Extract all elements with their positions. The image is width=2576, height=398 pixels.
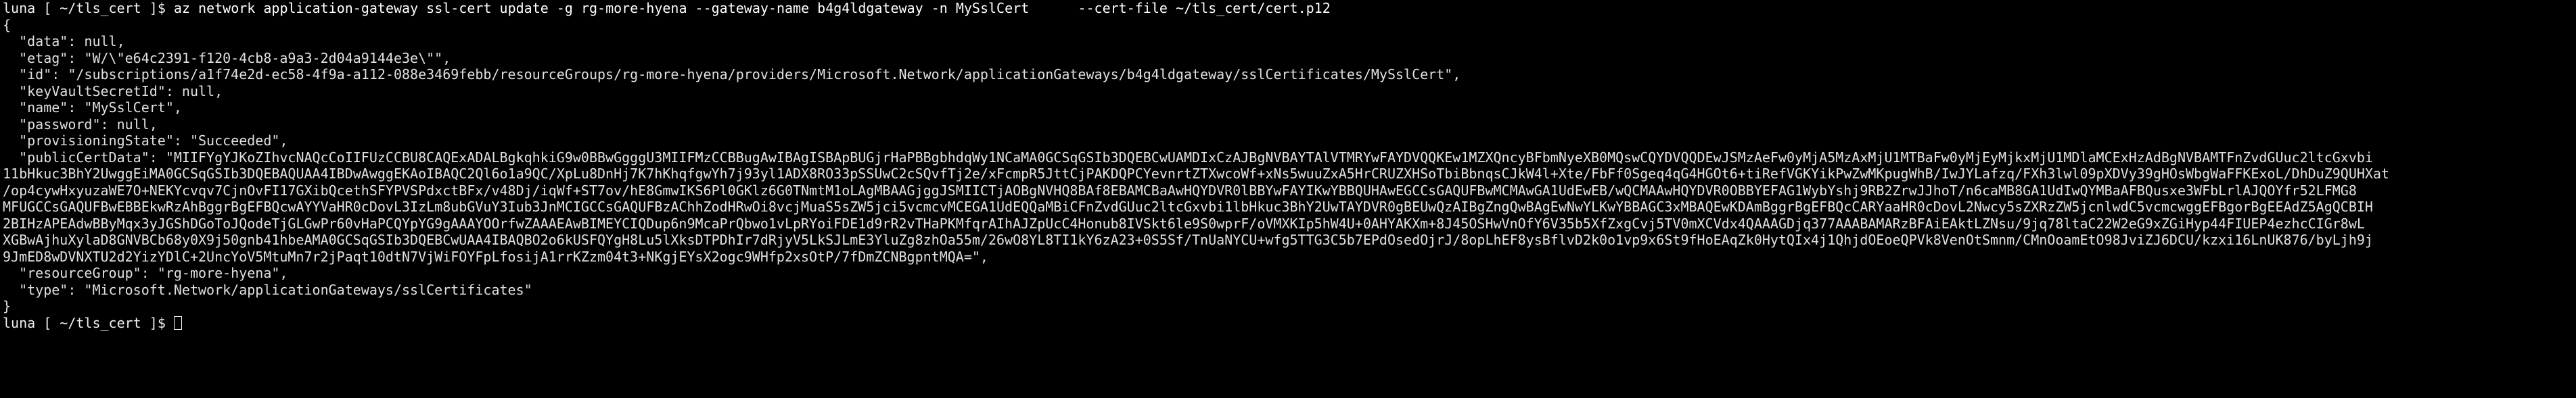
prompt-user: luna: [3, 0, 36, 16]
text-cursor[interactable]: [173, 316, 182, 330]
json-password-field: "password": null,: [3, 116, 158, 132]
json-id-field: "id": "/subscriptions/a1f74e2d-ec58-4f9a…: [3, 66, 1461, 82]
command-line: luna [ ~/tls_cert ]$ az network applicat…: [3, 0, 2576, 17]
json-close-brace: }: [3, 298, 12, 314]
terminal-window[interactable]: luna [ ~/tls_cert ]$ az network applicat…: [0, 0, 2576, 398]
prompt-symbol: $: [157, 314, 166, 331]
json-provisioning-field: "provisioningState": "Succeeded",: [3, 132, 288, 149]
json-public-cert-line: MFUGCCsGAQUFBwEBBEkwRzAhBggrBgEFBQcwAYYV…: [3, 199, 2373, 215]
json-public-cert-line: 9JmED8wDVNXTU2d2YizYDlC+2UncYoV5MtuMn7r2…: [3, 248, 988, 265]
prompt-cwd: ~/tls_cert: [60, 314, 141, 331]
json-public-cert-line: 11bHkuc3BhY2UwggEiMA0GCSqGSIb3DQEBAQUAA4…: [3, 166, 2390, 182]
json-public-cert-line: /op4cywHxyuzaWE7O+NEKYcvqv7CjnOvFI17GXib…: [3, 182, 2357, 199]
prompt-close-bracket: ]: [141, 314, 158, 331]
json-public-cert-line: XGBwAjhuXylaD8GNVBCb68y0X9j50gnb41hbeAMA…: [3, 232, 2373, 248]
json-open-brace: {: [3, 16, 12, 33]
prompt-user: luna: [3, 314, 36, 331]
json-public-cert-line: 2BIHzAPEAdwBByMqx3yJGShDGoToJQodeTjGLGwP…: [3, 215, 2365, 232]
active-prompt-line[interactable]: luna [ ~/tls_cert ]$: [3, 315, 2576, 332]
json-type-field: "type": "Microsoft.Network/applicationGa…: [3, 281, 532, 298]
json-data-field: "data": null,: [3, 33, 125, 49]
prompt-close-bracket: ]: [141, 0, 158, 16]
json-resource-group-field: "resourceGroup": "rg-more-hyena",: [3, 265, 288, 281]
prompt-open-bracket: [: [35, 314, 60, 331]
prompt-symbol: $: [157, 0, 166, 16]
json-name-field: "name": "MySslCert",: [3, 99, 182, 116]
json-public-cert-line: "publicCertData": "MIIFYgYJKoZIhvcNAQcCo…: [3, 149, 2373, 166]
json-etag-field: "etag": "W/\"e64c2391-f120-4cb8-a9a3-2d0…: [3, 49, 451, 66]
json-keyvault-field: "keyVaultSecretId": null,: [3, 82, 223, 99]
command-text: az network application-gateway ssl-cert …: [173, 0, 1331, 16]
prompt-cwd: ~/tls_cert: [60, 0, 141, 16]
prompt-open-bracket: [: [35, 0, 60, 16]
